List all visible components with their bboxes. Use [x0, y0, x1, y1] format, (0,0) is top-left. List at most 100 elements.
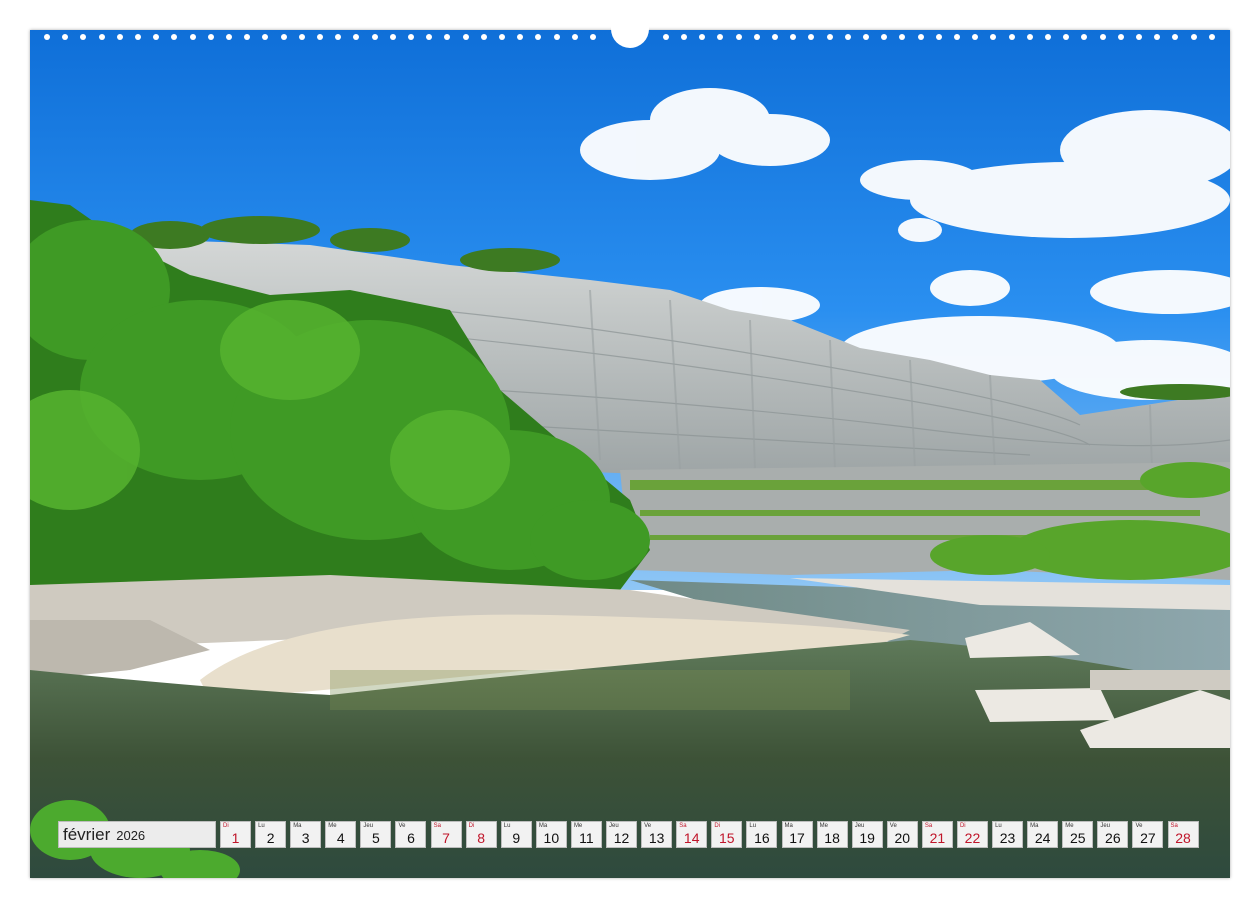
binding-hole — [44, 34, 50, 40]
binding-hole — [1081, 34, 1088, 40]
binding-hole — [681, 34, 687, 40]
spiral-binding — [30, 18, 1230, 48]
day-number: 21 — [929, 830, 946, 846]
weekday-label: Sa — [679, 823, 687, 829]
weekday-label: Me — [1065, 823, 1074, 829]
binding-hole — [499, 34, 505, 40]
binding-hole — [954, 34, 960, 40]
weekday-label: Di — [223, 823, 229, 829]
year: 2026 — [116, 828, 146, 843]
binding-hole — [772, 34, 778, 40]
binding-hole — [262, 34, 269, 40]
month-label: février 2026 — [58, 821, 216, 848]
binding-hole — [317, 34, 323, 40]
binding-hole — [444, 34, 451, 40]
binding-hole — [280, 34, 287, 40]
binding-hole — [899, 34, 906, 40]
day-cell: Ve 13 — [641, 821, 673, 848]
binding-hole — [881, 34, 888, 40]
calendar-page — [30, 30, 1230, 878]
binding-hole — [1045, 34, 1051, 40]
binding-hole — [207, 34, 214, 40]
day-number: 5 — [371, 830, 380, 846]
month-name: février — [63, 824, 111, 844]
day-cell: Di 8 — [465, 821, 497, 848]
binding-hole — [389, 34, 396, 40]
calendar-strip: février 2026 Di 1 Lu 2 Ma 3 Me 4 Jeu 5 Ve 6 Sa 7 Di 8 Lu… — [58, 821, 1203, 850]
day-number: 3 — [301, 830, 310, 846]
binding-hole — [571, 34, 578, 40]
day-cell: Jeu 19 — [851, 821, 883, 848]
hanger-hook — [611, 18, 649, 48]
binding-hole — [717, 34, 724, 40]
day-number: 23 — [999, 830, 1016, 846]
binding-hole — [662, 34, 669, 40]
binding-hole — [226, 34, 232, 40]
weekday-label: Di — [468, 823, 475, 829]
day-cell: Sa 14 — [676, 821, 708, 848]
day-cell: Me 4 — [325, 821, 357, 848]
weekday-label: Lu — [995, 823, 1002, 829]
day-number: 16 — [754, 830, 770, 846]
day-cell: Lu 9 — [500, 821, 532, 848]
binding-hole — [790, 34, 797, 40]
weekday-label: Ma — [293, 823, 302, 829]
weekday-label: Sa — [1170, 823, 1178, 829]
day-cell: Ma 3 — [290, 821, 322, 848]
binding-hole — [80, 34, 87, 40]
day-number: 15 — [719, 830, 735, 846]
day-number: 22 — [964, 830, 981, 846]
binding-hole — [1190, 34, 1197, 40]
binding-hole — [371, 34, 378, 40]
day-cell: Sa 28 — [1167, 821, 1199, 848]
weekday-label: Me — [573, 823, 583, 829]
binding-hole — [863, 34, 869, 40]
day-cell: Lu 23 — [992, 821, 1024, 848]
binding-hole — [298, 34, 305, 40]
day-cell: Ma 17 — [781, 821, 813, 848]
binding-hole — [1136, 34, 1142, 40]
binding-hole — [426, 34, 433, 40]
binding-hole — [935, 34, 942, 40]
weekday-label: Lu — [258, 823, 265, 829]
binding-hole — [1063, 34, 1070, 40]
day-number: 4 — [336, 830, 345, 846]
landscape-photo — [30, 30, 1230, 878]
binding-hole — [408, 34, 414, 40]
day-cell: Ve 20 — [886, 821, 918, 848]
binding-hole — [135, 34, 141, 40]
day-number: 13 — [648, 830, 665, 846]
binding-hole — [535, 34, 542, 40]
day-number: 12 — [613, 830, 630, 846]
day-number: 6 — [407, 830, 415, 846]
binding-hole — [1154, 34, 1161, 40]
day-number: 7 — [442, 830, 450, 846]
day-cell: Ve 6 — [395, 821, 427, 848]
weekday-label: Di — [714, 823, 720, 829]
day-number: 19 — [859, 830, 875, 846]
binding-hole — [753, 34, 760, 40]
binding-hole — [98, 34, 105, 40]
day-number: 11 — [579, 830, 594, 846]
day-cell: Me 11 — [570, 821, 602, 848]
weekday-label: Ma — [1030, 823, 1039, 829]
day-number: 1 — [231, 830, 240, 846]
binding-hole — [1026, 34, 1033, 40]
day-number: 28 — [1175, 830, 1191, 846]
day-cell: Di 15 — [711, 821, 743, 848]
day-cell: Me 18 — [816, 821, 848, 848]
weekday-label: Ve — [889, 823, 897, 829]
binding-hole — [189, 34, 196, 40]
day-cell: Ma 10 — [535, 821, 567, 848]
binding-hole — [480, 34, 487, 40]
weekday-label: Ma — [538, 823, 548, 829]
day-number: 2 — [266, 830, 275, 846]
binding-hole — [1008, 34, 1015, 40]
day-number: 8 — [477, 830, 486, 846]
day-number: 10 — [543, 830, 560, 846]
weekday-label: Jeu — [363, 823, 374, 829]
weekday-label: Di — [959, 823, 966, 829]
day-number: 27 — [1140, 830, 1156, 846]
binding-hole — [990, 34, 997, 40]
weekday-label: Me — [819, 823, 828, 829]
